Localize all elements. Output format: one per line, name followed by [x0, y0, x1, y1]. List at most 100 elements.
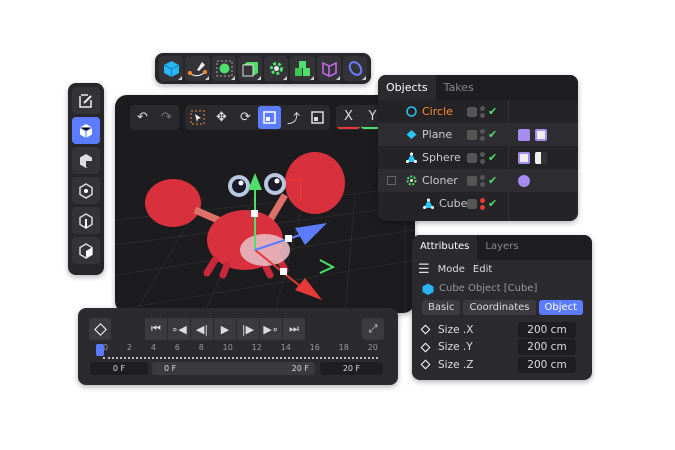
frame-tick-label: 20: [367, 343, 378, 352]
object-row-sphere[interactable]: Sphere ✔: [378, 146, 578, 169]
edit-menu[interactable]: Edit: [473, 264, 492, 275]
frame-ruler[interactable]: 0 2 4 6 8 10 12 14 16 18 20: [103, 343, 378, 359]
edit-icon[interactable]: [467, 198, 477, 209]
tab-takes[interactable]: Takes: [436, 75, 482, 100]
frame-tick-label: 12: [251, 343, 262, 352]
field-button[interactable]: [342, 56, 367, 81]
polygon-mode-icon: [79, 242, 93, 259]
end-frame-value: 20 F: [342, 364, 361, 373]
next-key-button[interactable]: ▶∘: [260, 318, 282, 340]
range-slider[interactable]: 0 F 20 F: [152, 362, 315, 375]
frame-tick-label: 8: [198, 343, 204, 352]
visibility-dots[interactable]: [480, 197, 485, 210]
object-row-circle[interactable]: Circle ✔: [378, 100, 578, 123]
viewport[interactable]: ↶ ↷ ✥ ⟳ ⤴ X Y: [115, 95, 415, 313]
rotate-tool-button[interactable]: ⟳: [234, 106, 257, 129]
tab-attributes[interactable]: Attributes: [412, 235, 478, 260]
mode-menu[interactable]: Mode: [438, 264, 465, 275]
checker-tag-icon[interactable]: [535, 151, 547, 164]
volume-button[interactable]: [290, 56, 315, 81]
attribute-manager: Attributes Layers ☰ Mode Edit Cube Objec…: [412, 235, 592, 380]
selection-tool-button[interactable]: [186, 106, 209, 129]
cloner-button[interactable]: [264, 56, 289, 81]
timeline-graph-button[interactable]: ⤢: [362, 318, 384, 340]
previous-key-button[interactable]: ∘◀: [168, 318, 190, 340]
enabled-check-icon[interactable]: ✔: [488, 197, 497, 210]
compositing-tag-icon[interactable]: [535, 128, 547, 141]
material-tag-icon[interactable]: [518, 174, 530, 187]
keyframe-icon[interactable]: [420, 359, 431, 370]
end-frame-field[interactable]: 20 F: [320, 362, 383, 375]
undo-button[interactable]: ↶: [131, 106, 154, 129]
next-frame-button[interactable]: |▶: [237, 318, 259, 340]
sphere-icon: [406, 152, 417, 163]
edit-icon[interactable]: [467, 129, 477, 140]
point-mode-button[interactable]: [72, 177, 100, 204]
edit-icon[interactable]: [467, 175, 477, 186]
tab-layers[interactable]: Layers: [477, 235, 526, 260]
enabled-check-icon[interactable]: ✔: [488, 128, 497, 141]
hamburger-menu-icon[interactable]: ☰: [418, 262, 430, 277]
object-name: Circle: [422, 105, 453, 118]
playhead[interactable]: [96, 344, 104, 356]
visibility-dots[interactable]: [480, 105, 485, 118]
size-z-field[interactable]: 200 cm: [518, 356, 576, 373]
visibility-dots[interactable]: [480, 174, 485, 187]
object-row-plane[interactable]: Plane ✔: [378, 123, 578, 146]
compositing-tag-icon[interactable]: [518, 151, 530, 164]
go-to-end-button[interactable]: ⏭: [283, 318, 305, 340]
cube-button[interactable]: [159, 56, 184, 81]
previous-frame-button[interactable]: ◀|: [191, 318, 213, 340]
keyframe-icon[interactable]: [420, 324, 431, 335]
go-to-start-icon: ⏮: [151, 322, 161, 335]
object-row-cloner[interactable]: Cloner ✔: [378, 169, 578, 192]
edit-mode-button[interactable]: [72, 87, 100, 114]
edge-mode-button[interactable]: [72, 207, 100, 234]
object-name: Sphere: [422, 151, 461, 164]
enabled-check-icon[interactable]: ✔: [488, 174, 497, 187]
object-row-cube[interactable]: Cube ✔: [378, 192, 578, 215]
enabled-check-icon[interactable]: ✔: [488, 151, 497, 164]
frame-tick-label: 2: [126, 343, 133, 352]
edit-icon[interactable]: [467, 152, 477, 163]
enabled-check-icon[interactable]: ✔: [488, 105, 497, 118]
edit-icon[interactable]: [467, 106, 477, 117]
visibility-dots[interactable]: [480, 151, 485, 164]
extrude-button[interactable]: [237, 56, 262, 81]
spline-pen-button[interactable]: [185, 56, 210, 81]
tab-coordinates[interactable]: Coordinates: [463, 300, 536, 315]
polygon-mode-button[interactable]: [72, 237, 100, 264]
deformer-button[interactable]: [316, 56, 341, 81]
x-axis-lock[interactable]: X: [337, 106, 360, 129]
keyframe-icon[interactable]: [420, 342, 431, 353]
recent-tools-button[interactable]: [306, 106, 329, 129]
texture-mode-icon: [80, 153, 92, 168]
visibility-dots[interactable]: [480, 128, 485, 141]
keyframe-button[interactable]: [89, 318, 111, 340]
scale-tool-button[interactable]: [258, 106, 281, 129]
redo-button[interactable]: ↷: [155, 106, 178, 129]
collapse-toggle[interactable]: [387, 176, 396, 185]
x-axis-label: X: [344, 109, 353, 124]
tab-object[interactable]: Object: [538, 300, 584, 315]
previous-frame-icon: ◀|: [195, 322, 209, 336]
frame-tick-label: 18: [338, 343, 349, 352]
plane-icon: [406, 130, 417, 139]
tab-basic[interactable]: Basic: [422, 300, 461, 315]
range-end-value: 20 F: [291, 364, 309, 373]
frame-tick-label: 4: [150, 343, 156, 352]
go-to-start-button[interactable]: ⏮: [145, 318, 167, 340]
model-mode-button[interactable]: [72, 117, 100, 144]
size-x-field[interactable]: 200 cm: [518, 321, 576, 338]
transform-tool-button[interactable]: ⤴: [282, 106, 305, 129]
previous-key-icon: ∘◀: [171, 322, 187, 336]
object-toolbar: [155, 53, 371, 84]
texture-mode-button[interactable]: [72, 147, 100, 174]
tab-objects[interactable]: Objects: [378, 75, 436, 100]
size-y-field[interactable]: 200 cm: [518, 339, 576, 356]
texture-tag-icon[interactable]: [518, 128, 530, 141]
move-tool-button[interactable]: ✥: [210, 106, 233, 129]
subdivision-button[interactable]: [211, 56, 236, 81]
current-frame-field[interactable]: 0 F: [90, 362, 148, 375]
play-button[interactable]: ▶: [214, 318, 236, 340]
